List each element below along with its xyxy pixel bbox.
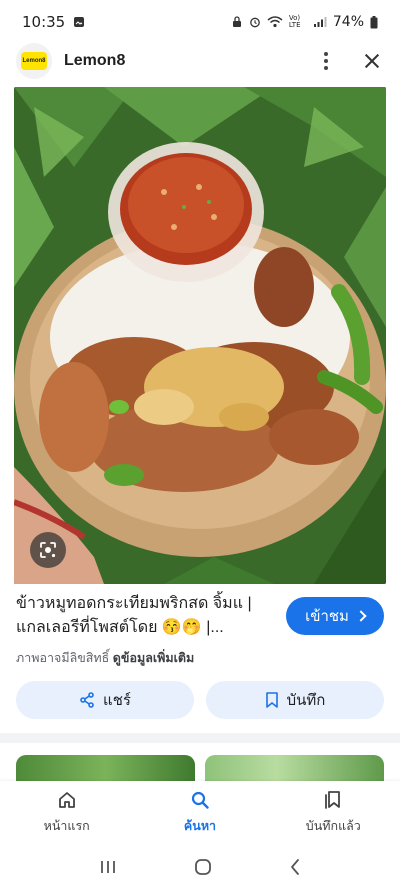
lock-icon [232, 16, 241, 27]
status-right: Vo) LTE 74% [231, 14, 378, 30]
more-info-link[interactable]: ดูข้อมูลเพิ่มเติม [113, 651, 194, 665]
more-vert-icon[interactable] [314, 49, 338, 73]
signal-icon [313, 17, 327, 27]
action-row: แชร์ บันทึก [16, 681, 384, 719]
nav-search[interactable]: ค้นหา [133, 781, 266, 845]
logo-text: Lemon8 [21, 52, 47, 70]
related-image[interactable] [16, 755, 195, 781]
alarm-icon [250, 17, 260, 28]
network-label: Vo) LTE [288, 14, 301, 29]
bottom-nav: หน้าแรก ค้นหา บันทึกแล้ว [0, 781, 400, 845]
result-image[interactable] [14, 87, 386, 584]
related-images [16, 755, 384, 781]
back-icon[interactable] [289, 858, 301, 876]
copyright-text: ภาพอาจมีลิขสิทธิ์ [16, 651, 110, 665]
nav-home-label: หน้าแรก [43, 819, 90, 833]
food-photo [14, 87, 386, 584]
save-label: บันทึก [286, 692, 326, 709]
nav-saved[interactable]: บันทึกแล้ว [267, 781, 400, 845]
search-icon [191, 791, 209, 809]
copyright-row: ภาพอาจมีลิขสิทธิ์ ดูข้อมูลเพิ่มเติม [16, 648, 384, 668]
bookmark-icon [265, 692, 278, 708]
lemon8-logo[interactable]: Lemon8 [16, 43, 52, 79]
status-left: 10:35 [22, 13, 85, 31]
saved-icon [325, 791, 341, 809]
wifi-icon [267, 16, 283, 28]
nav-search-label: ค้นหา [183, 819, 217, 833]
visit-label: เข้าชม [305, 608, 349, 625]
app-name: Lemon8 [64, 52, 126, 69]
status-time: 10:35 [22, 13, 66, 31]
section-divider [0, 733, 400, 743]
close-icon[interactable] [360, 49, 384, 73]
share-label: แชร์ [103, 692, 131, 709]
google-lens-icon [40, 542, 56, 558]
gallery-notification-icon [74, 17, 85, 27]
save-button[interactable]: บันทึก [206, 681, 384, 719]
share-button[interactable]: แชร์ [16, 681, 194, 719]
visit-button[interactable]: เข้าชม [286, 597, 384, 635]
nav-home[interactable]: หน้าแรก [0, 781, 133, 845]
recent-apps-icon[interactable] [99, 859, 117, 875]
nav-saved-label: บันทึกแล้ว [305, 819, 361, 833]
app-header: Lemon8 Lemon8 [0, 43, 400, 79]
home-icon [58, 792, 75, 808]
battery-icon [370, 15, 378, 28]
home-button-icon[interactable] [194, 858, 212, 876]
result-info: ข้าวหมูทอดกระเทียมพริกสด จิ้มแ | แกลเลอร… [16, 592, 384, 668]
related-image[interactable] [205, 755, 384, 781]
share-icon [80, 692, 94, 708]
status-bar: 10:35 Vo) LTE 74% [0, 0, 400, 44]
result-title[interactable]: ข้าวหมูทอดกระเทียมพริกสด จิ้มแ | แกลเลอร… [16, 592, 276, 640]
google-lens-button[interactable] [30, 532, 66, 568]
battery-percent: 74% [332, 14, 364, 30]
system-nav-bar [0, 845, 400, 889]
chevron-right-icon [355, 610, 367, 622]
